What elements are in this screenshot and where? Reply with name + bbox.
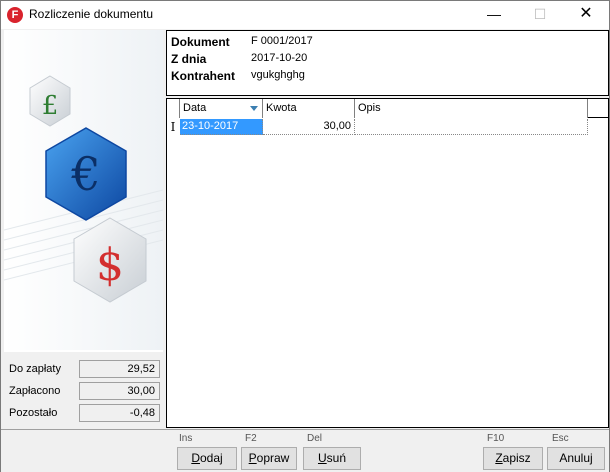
summary-panel: Do zapłaty 29,52 Zapłacono 30,00 Pozosta… — [4, 352, 163, 428]
cell-description[interactable] — [355, 119, 588, 135]
delete-button[interactable]: Usuń — [303, 447, 361, 470]
table-row[interactable]: I 23-10-2017 30,00 — [167, 119, 608, 135]
summary-label: Do zapłaty — [9, 363, 61, 375]
cell-date[interactable]: 23-10-2017 — [180, 119, 263, 135]
summary-value: -0,48 — [79, 404, 160, 422]
app-icon: F — [7, 7, 23, 23]
summary-label: Zapłacono — [9, 385, 61, 397]
svg-text:£: £ — [42, 91, 59, 121]
column-header-description[interactable]: Opis — [355, 99, 588, 118]
column-header-label: Kwota — [266, 102, 297, 114]
column-header-label: Data — [183, 102, 207, 114]
payments-grid[interactable]: Data Kwota Opis I 23-10-2017 30,00 — [166, 98, 609, 428]
hotkey-label: Esc — [552, 433, 569, 444]
contractor-name: vgukghghg — [251, 69, 305, 81]
title-bar[interactable]: F Rozliczenie dokumentu — ☐ ✕ — [1, 1, 609, 29]
minimize-button[interactable]: — — [471, 1, 517, 29]
hotkey-label: F10 — [487, 433, 505, 444]
sort-descending-icon — [250, 106, 258, 111]
button-bar: Ins F2 Del F10 Esc Dodaj Popraw Usuń Zap… — [1, 429, 609, 472]
summary-row-remaining: Pozostało -0,48 — [4, 404, 163, 424]
close-button[interactable]: ✕ — [563, 1, 609, 29]
date-label: Z dnia — [171, 52, 207, 66]
summary-value: 30,00 — [79, 382, 160, 400]
hotkey-label: Del — [307, 433, 323, 444]
column-header-label: Opis — [358, 102, 381, 114]
edit-button[interactable]: Popraw — [241, 447, 297, 470]
summary-value: 29,52 — [79, 360, 160, 378]
currency-illustration: £ € $ — [4, 30, 163, 350]
dialog-window: F Rozliczenie dokumentu — ☐ ✕ £ € $ Do z… — [0, 0, 610, 472]
column-header-date[interactable]: Data — [180, 99, 263, 118]
window-title: Rozliczenie dokumentu — [29, 7, 154, 21]
grid-header: Data Kwota Opis — [167, 99, 608, 118]
grid-indicator-header — [167, 99, 180, 118]
hotkey-label: F2 — [245, 433, 257, 444]
contractor-label: Kontrahent — [171, 69, 235, 83]
row-indicator-icon: I — [170, 120, 176, 134]
column-header-amount[interactable]: Kwota — [263, 99, 355, 118]
summary-row-due: Do zapłaty 29,52 — [4, 360, 163, 380]
document-date: 2017-10-20 — [251, 52, 308, 64]
left-panel: £ € $ Do zapłaty 29,52 Zapłacono 30,00 P… — [4, 30, 163, 428]
document-label: Dokument — [171, 35, 230, 49]
cancel-button[interactable]: Anuluj — [547, 447, 605, 470]
maximize-button[interactable]: ☐ — [517, 1, 563, 29]
hotkey-label: Ins — [179, 433, 193, 444]
summary-label: Pozostało — [9, 407, 58, 419]
summary-row-paid: Zapłacono 30,00 — [4, 382, 163, 402]
document-number: F 0001/2017 — [251, 35, 313, 47]
svg-text:€: € — [70, 147, 100, 201]
svg-text:$: $ — [96, 240, 124, 291]
save-button[interactable]: Zapisz — [483, 447, 543, 470]
document-header: Dokument F 0001/2017 Z dnia 2017-10-20 K… — [166, 30, 609, 96]
add-button[interactable]: Dodaj — [177, 447, 237, 470]
cell-amount[interactable]: 30,00 — [263, 119, 355, 135]
